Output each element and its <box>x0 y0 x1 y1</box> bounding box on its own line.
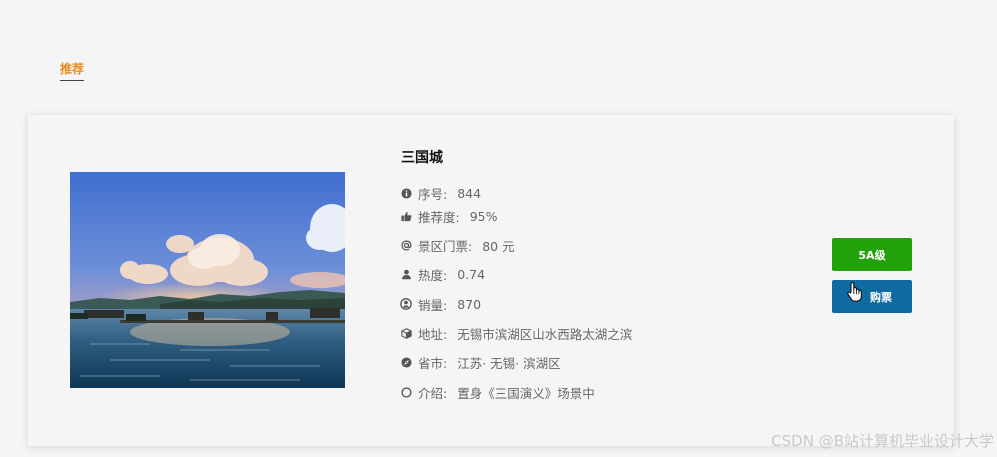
info-row-value: 无锡市滨湖区山水西路太湖之滨 <box>457 326 633 342</box>
info-row-label: 热度: <box>418 267 448 283</box>
info-row-label: 地址: <box>418 326 448 342</box>
level-badge-button[interactable]: 5A级 <box>832 238 912 271</box>
info-row-id: 序号: 844 <box>400 184 481 202</box>
info-row-sales: 销量: 870 <box>400 295 481 313</box>
spot-photo[interactable] <box>70 172 345 388</box>
info-row-value: 870 <box>457 296 482 312</box>
info-row-label: 介绍: <box>418 385 448 401</box>
info-row-province: 省市: 江苏· 无锡· 滨湖区 <box>400 353 561 371</box>
info-row-label: 销量: <box>418 297 448 313</box>
info-row-value: 置身《三国演义》场景中 <box>457 385 595 401</box>
hand-cursor-icon <box>845 281 865 303</box>
info-row-value: 80 元 <box>482 238 515 254</box>
info-row-label: 景区门票: <box>418 238 473 254</box>
info-row-address: 地址: 无锡市滨湖区山水西路太湖之滨 <box>400 324 632 342</box>
at-sign-icon <box>400 239 412 251</box>
info-row-value: 江苏· 无锡· 滨湖区 <box>457 355 561 371</box>
info-row-ticket: 景区门票: 80 元 <box>400 236 515 254</box>
spot-card: 三国城 序号: 844 推荐度: 95% 景区门票: 80 元 热度: 0.74… <box>28 115 954 446</box>
watermark: CSDN @B站计算机毕业设计大学 <box>771 432 994 450</box>
user-icon <box>400 268 412 280</box>
buy-ticket-button[interactable]: 购票 <box>832 280 912 313</box>
info-row-heat: 热度: 0.74 <box>400 265 485 283</box>
info-row-label: 序号: <box>418 186 448 202</box>
info-row-label: 省市: <box>418 355 448 371</box>
info-row-value: 95% <box>469 208 498 224</box>
cube-icon <box>400 327 412 339</box>
compass-icon <box>400 356 412 368</box>
info-row-label: 推荐度: <box>418 209 460 225</box>
circle-icon <box>400 386 412 398</box>
info-circle-icon <box>400 187 412 199</box>
info-row-intro: 介绍: 置身《三国演义》场景中 <box>400 383 595 401</box>
buy-ticket-label: 购票 <box>870 290 892 304</box>
info-row-value: 0.74 <box>457 266 486 282</box>
thumbs-up-icon <box>400 210 412 222</box>
user-circle-icon <box>400 298 412 310</box>
spot-name: 三国城 <box>401 150 443 166</box>
info-row-recommend: 推荐度: 95% <box>400 207 498 225</box>
tab-recommend[interactable]: 推荐 <box>60 62 85 81</box>
info-row-value: 844 <box>457 185 482 201</box>
